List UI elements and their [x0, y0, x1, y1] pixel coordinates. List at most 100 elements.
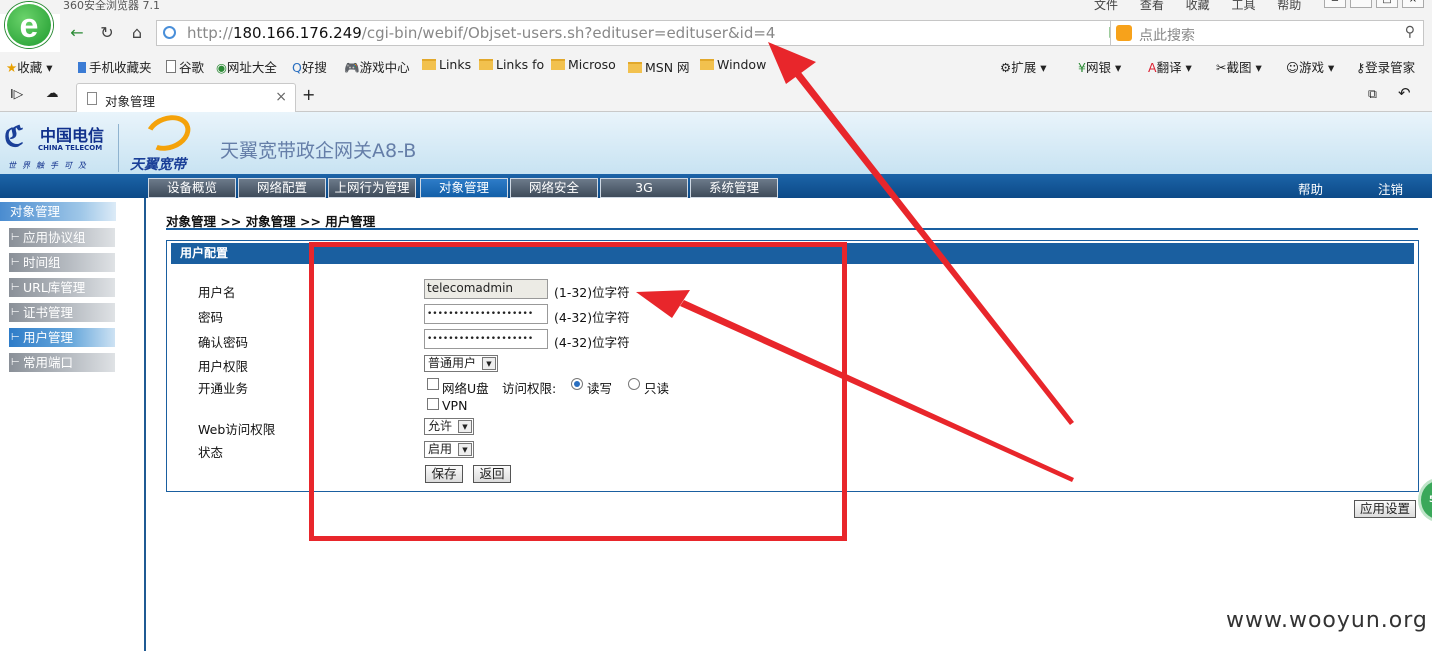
- ext-button[interactable]: ⚙扩展 ▾: [1000, 57, 1046, 76]
- sidebar-toggle-icon[interactable]: I▷: [10, 86, 23, 101]
- folder-icon: [628, 62, 642, 73]
- maximize-icon[interactable]: □: [1376, 0, 1398, 8]
- router-header: ℭ 中国电信 CHINA TELECOM 世界触手可及 天翼宽带 天翼宽带政企网…: [0, 109, 1432, 174]
- broadband-swirl-icon: [140, 109, 196, 157]
- web-access-label: Web访问权限: [198, 422, 276, 437]
- login-manager-button[interactable]: ⚷登录管家: [1356, 57, 1415, 76]
- watermark: www.wooyun.org: [1226, 608, 1428, 633]
- folder-icon: [422, 59, 436, 70]
- globe-icon: [163, 26, 176, 39]
- key-icon: ⚷: [1356, 60, 1366, 75]
- tab-title: 对象管理: [105, 94, 156, 109]
- reload-icon[interactable]: ↻: [96, 22, 118, 44]
- telecom-name-cn: 中国电信: [40, 126, 105, 145]
- tab-network-security[interactable]: 网络安全: [510, 178, 598, 198]
- password-label: 密码: [198, 310, 224, 325]
- bookmark-links[interactable]: Links: [422, 57, 471, 72]
- tab-system-mgmt[interactable]: 系统管理: [690, 178, 778, 198]
- address-bar[interactable]: http://180.166.176.249/cgi-bin/webif/Obj…: [156, 20, 1170, 46]
- telecom-slogan: 世界触手可及: [8, 161, 92, 170]
- cloud-icon[interactable]: ☁: [46, 85, 59, 100]
- status-label: 状态: [198, 445, 224, 460]
- translate-button[interactable]: A翻译 ▾: [1148, 57, 1192, 76]
- tab-network-config[interactable]: 网络配置: [238, 178, 326, 198]
- tab-close-icon[interactable]: ×: [275, 89, 287, 105]
- bookmark-favorites[interactable]: ★收藏 ▾: [6, 57, 52, 76]
- scissors-icon: ✂: [1216, 60, 1227, 75]
- main-nav: 设备概览 网络配置 上网行为管理 对象管理 网络安全 3G 系统管理 帮助 注销: [0, 174, 1432, 198]
- bookmark-hao123[interactable]: ◉网址大全: [216, 57, 277, 76]
- bookmark-google[interactable]: 谷歌: [166, 57, 204, 76]
- sidebar-item-time-group[interactable]: 时间组: [9, 253, 115, 272]
- translate-icon: A: [1148, 60, 1157, 75]
- sidebar-root-object-mgmt[interactable]: 对象管理: [0, 202, 116, 221]
- tab-bar: I▷ ☁ 对象管理 × + ⧉ ↶: [0, 78, 1432, 113]
- floating-speed-widget[interactable]: 57: [1418, 478, 1432, 522]
- restore-tab-icon[interactable]: ⧉: [1368, 86, 1377, 102]
- folder-icon: [479, 59, 493, 70]
- search-icon[interactable]: ⚲: [1405, 24, 1415, 40]
- globe-icon: ◉: [216, 60, 227, 75]
- sidebar-item-url-library[interactable]: URL库管理: [9, 278, 115, 297]
- url-text[interactable]: http://180.166.176.249/cgi-bin/webif/Obj…: [187, 24, 775, 42]
- tab-behavior-mgmt[interactable]: 上网行为管理: [328, 178, 416, 198]
- search-engine-icon[interactable]: [1116, 25, 1132, 41]
- bookmark-bar: ★收藏 ▾ 手机收藏夹 谷歌 ◉网址大全 Q好搜 🎮游戏中心 Links Lin…: [0, 52, 1432, 78]
- search-input[interactable]: 点此搜索: [1139, 25, 1195, 45]
- search-box[interactable]: 点此搜索 ⚲: [1110, 20, 1424, 46]
- bookmark-windows[interactable]: Window: [700, 57, 766, 72]
- folder-icon: [700, 59, 714, 70]
- sidebar: 对象管理 应用协议组 时间组 URL库管理 证书管理 用户管理 常用端口: [0, 198, 146, 651]
- browser-menu[interactable]: 文件 查看 收藏 工具 帮助: [1094, 0, 1301, 13]
- bookmark-haosou[interactable]: Q好搜: [292, 57, 327, 76]
- username-label: 用户名: [198, 285, 236, 300]
- yen-icon: ¥: [1078, 60, 1086, 75]
- broadband-logo-text: 天翼宽带: [130, 157, 186, 173]
- url-path: /cgi-bin/webif/Objset-users.sh?edituser=…: [361, 24, 776, 42]
- bank-button[interactable]: ¥网银 ▾: [1078, 57, 1121, 76]
- gamepad-icon: ☺: [1286, 60, 1300, 75]
- role-label: 用户权限: [198, 359, 249, 374]
- sidebar-item-app-protocol[interactable]: 应用协议组: [9, 228, 115, 247]
- minimize-icon[interactable]: –: [1350, 0, 1372, 8]
- help-link[interactable]: 帮助: [1298, 179, 1323, 198]
- games-button[interactable]: ☺游戏 ▾: [1286, 57, 1334, 76]
- phone-icon: [78, 62, 86, 73]
- tab-device-overview[interactable]: 设备概览: [148, 178, 236, 198]
- page-icon: [87, 92, 97, 105]
- tab-object-mgmt[interactable]: 对象管理: [420, 178, 508, 198]
- star-icon: ★: [6, 60, 18, 75]
- url-host: 180.166.176.249: [232, 24, 362, 42]
- service-label: 开通业务: [198, 381, 249, 396]
- browser-nav-bar: ← ↻ ⌂ http://180.166.176.249/cgi-bin/web…: [60, 14, 1432, 52]
- annotation-highlight-box: [309, 242, 847, 541]
- back-arrow-icon[interactable]: ←: [66, 22, 88, 44]
- bookmark-games[interactable]: 🎮游戏中心: [344, 57, 410, 76]
- bookmark-msn[interactable]: MSN 网: [628, 57, 690, 76]
- breadcrumb-divider: [166, 228, 1418, 230]
- new-tab-icon[interactable]: +: [302, 85, 315, 104]
- window-controls: ≡ – □ ×: [1324, 0, 1424, 8]
- puzzle-icon: ⚙: [1000, 60, 1012, 75]
- home-icon[interactable]: ⌂: [126, 22, 148, 44]
- browser-logo-icon: e: [5, 2, 53, 48]
- menu-icon[interactable]: ≡: [1324, 0, 1346, 8]
- close-icon[interactable]: ×: [1402, 0, 1424, 8]
- bookmark-links-for[interactable]: Links fo: [479, 57, 544, 72]
- sidebar-item-certificates[interactable]: 证书管理: [9, 303, 115, 322]
- sidebar-item-users[interactable]: 用户管理: [9, 328, 115, 347]
- apply-settings-button[interactable]: 应用设置: [1354, 500, 1416, 518]
- bookmark-microsoft[interactable]: Microso: [551, 57, 616, 72]
- sidebar-item-common-ports[interactable]: 常用端口: [9, 353, 115, 372]
- logout-link[interactable]: 注销: [1378, 179, 1403, 198]
- gateway-title: 天翼宽带政企网关A8-B: [220, 140, 417, 162]
- undo-icon[interactable]: ↶: [1398, 84, 1411, 102]
- folder-icon: [551, 59, 565, 70]
- search-icon: Q: [292, 60, 302, 75]
- bookmark-mobile[interactable]: 手机收藏夹: [78, 57, 152, 76]
- tab-3g[interactable]: 3G: [600, 178, 688, 198]
- telecom-emblem-icon: ℭ: [4, 120, 24, 153]
- gamepad-icon: 🎮: [344, 60, 360, 75]
- tab-object-management[interactable]: 对象管理 ×: [76, 83, 296, 113]
- screenshot-button[interactable]: ✂截图 ▾: [1216, 57, 1262, 76]
